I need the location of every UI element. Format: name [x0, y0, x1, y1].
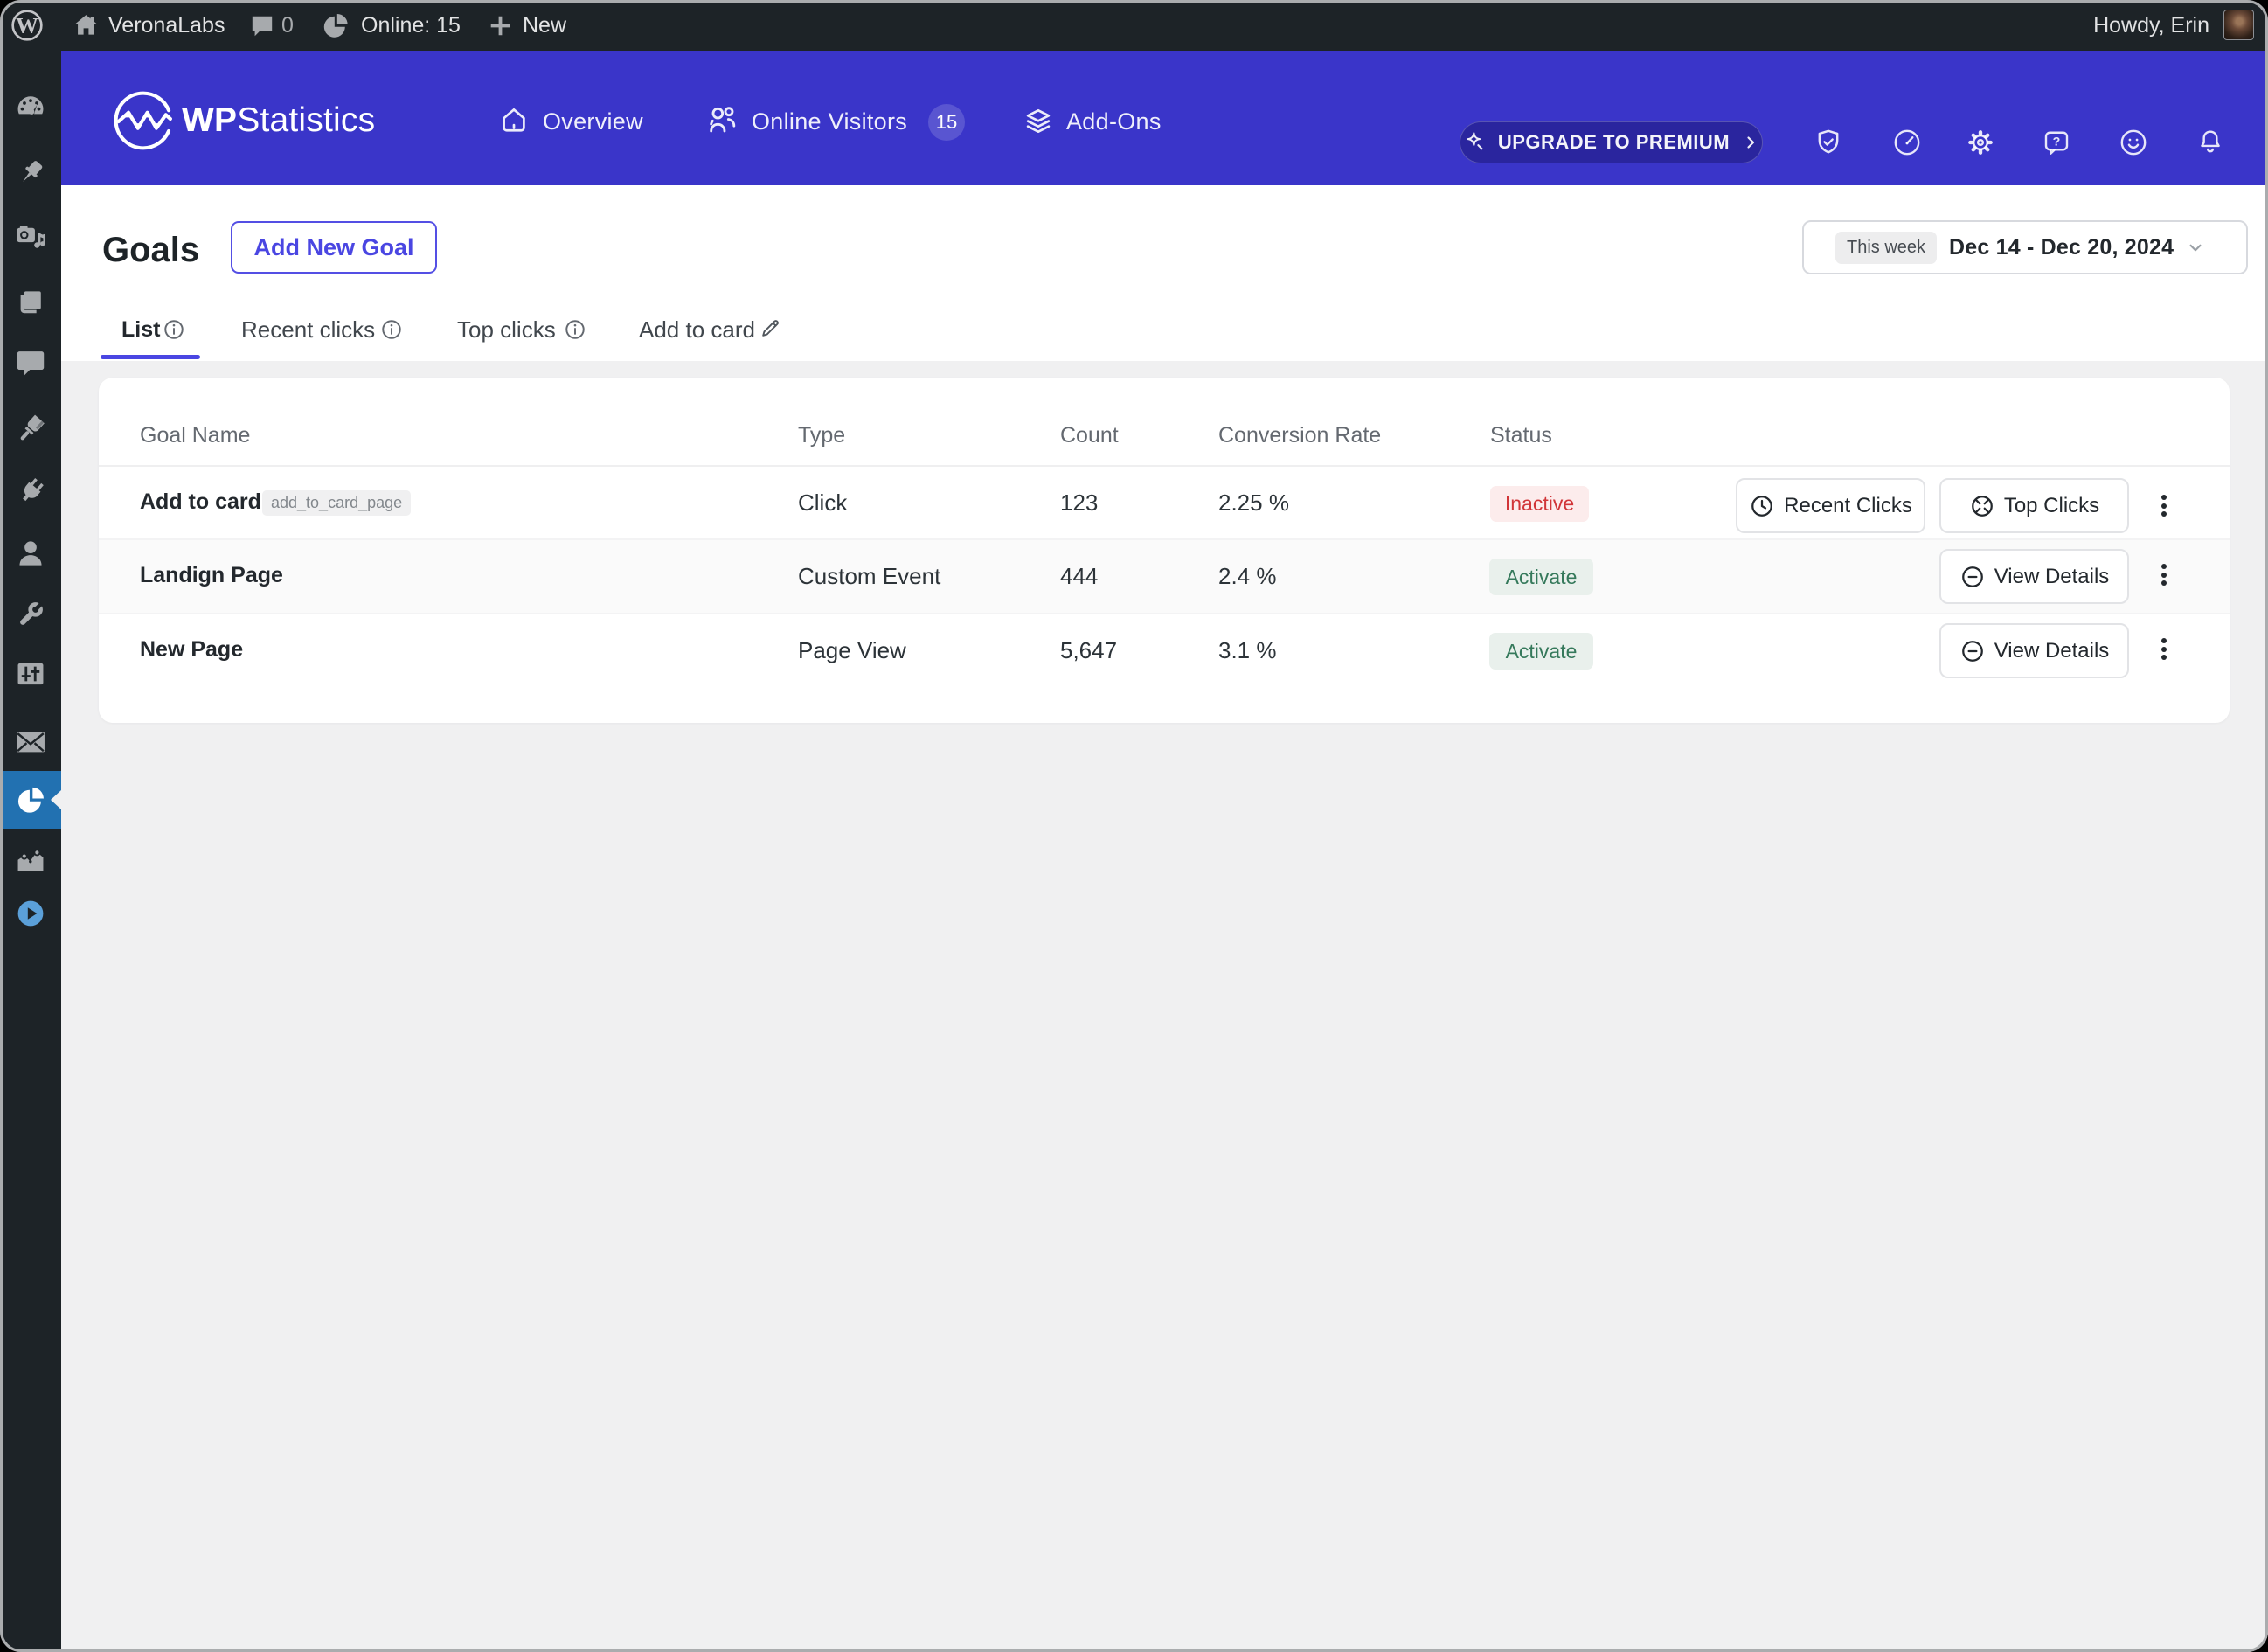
- svg-text:W: W: [16, 13, 38, 38]
- svg-text:?: ?: [2053, 135, 2061, 149]
